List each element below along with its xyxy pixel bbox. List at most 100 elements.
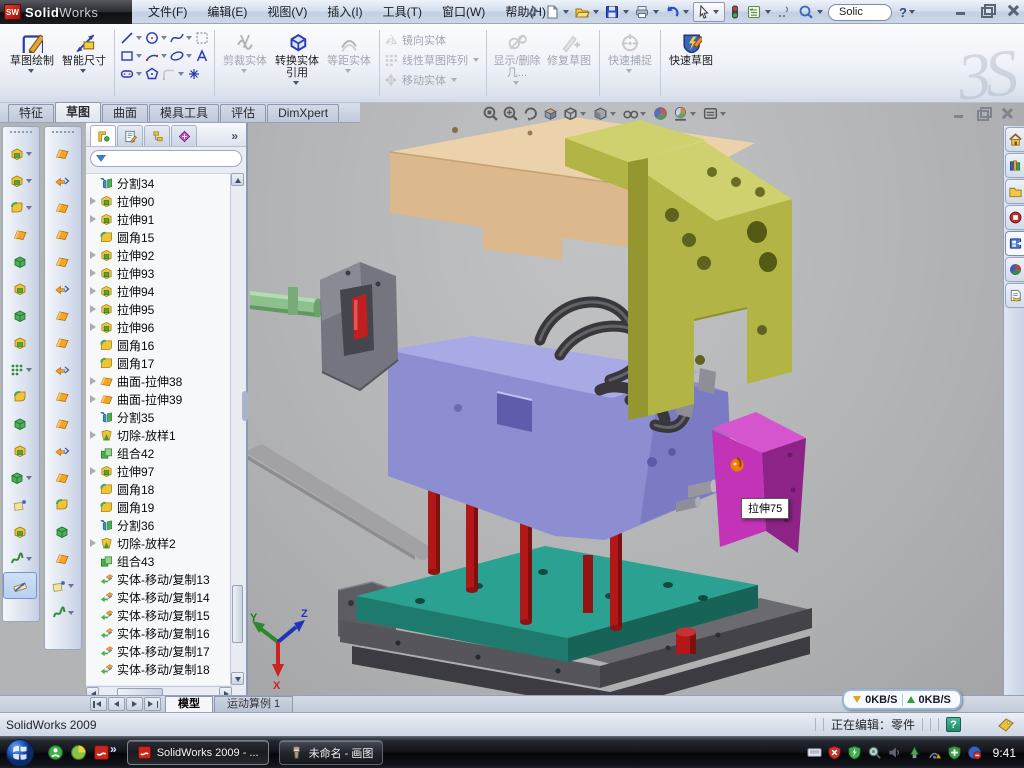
- tree-item[interactable]: 分割34: [86, 174, 232, 192]
- slot-button[interactable]: [119, 66, 143, 82]
- expand-arrow-icon[interactable]: [89, 539, 98, 548]
- feature-tree[interactable]: 分割34拉伸90拉伸91圆角15拉伸92拉伸93拉伸94拉伸95拉伸96圆角16…: [86, 173, 232, 685]
- dropdown-caret-icon[interactable]: [610, 112, 616, 116]
- ruled-surface-button[interactable]: [45, 329, 79, 356]
- smart-dimension-button[interactable]: 智能尺寸: [58, 26, 110, 100]
- tree-item[interactable]: 圆角18: [86, 480, 232, 498]
- minimize-button[interactable]: [954, 4, 968, 16]
- view-orientation-button[interactable]: [562, 105, 589, 122]
- dropdown-caret-icon[interactable]: [26, 206, 32, 210]
- toolbar-overflow-button[interactable]: [775, 3, 793, 21]
- extruded-cut-button[interactable]: [3, 275, 37, 302]
- model-tab-模型[interactable]: 模型: [165, 696, 213, 712]
- toolbar-grip[interactable]: [52, 131, 74, 134]
- help-button[interactable]: ?: [899, 5, 907, 20]
- part-red-stub[interactable]: [676, 628, 696, 655]
- rapid-sketch-button[interactable]: 快速草图: [665, 26, 717, 100]
- dropdown-caret-icon[interactable]: [161, 54, 167, 58]
- hide-show-items-button[interactable]: [622, 105, 649, 122]
- dropdown-caret-icon[interactable]: [136, 54, 142, 58]
- reference-geometry-button[interactable]: [3, 464, 37, 491]
- tree-item[interactable]: 实体-移动/复制17: [86, 642, 232, 660]
- dropdown-caret-icon[interactable]: [293, 81, 299, 85]
- dropdown-caret-icon[interactable]: [683, 10, 689, 14]
- tree-item[interactable]: 切除-放样2: [86, 534, 232, 552]
- tree-item[interactable]: 组合42: [86, 444, 232, 462]
- tray-volume-icon[interactable]: [887, 745, 902, 760]
- quicklaunch-launcher-orb[interactable]: [70, 744, 87, 761]
- lofted-boss-button[interactable]: [3, 248, 37, 275]
- tree-item[interactable]: 拉伸97: [86, 462, 232, 480]
- dropdown-caret-icon[interactable]: [68, 584, 74, 588]
- expand-arrow-icon[interactable]: [89, 215, 98, 224]
- circle-button[interactable]: [144, 30, 168, 46]
- swept-boss-button[interactable]: [3, 221, 37, 248]
- tree-item[interactable]: 圆角19: [86, 498, 232, 516]
- options-list-button[interactable]: [745, 3, 763, 21]
- plane-button[interactable]: [3, 491, 37, 518]
- sketch-pencil-button[interactable]: 草图绘制: [6, 26, 58, 100]
- tree-item[interactable]: 圆角15: [86, 228, 232, 246]
- start-button[interactable]: [5, 738, 35, 768]
- taskpane-tab-design-library[interactable]: [1005, 153, 1024, 178]
- scroll-up-button[interactable]: [231, 173, 244, 186]
- feature-filter-input[interactable]: [90, 150, 242, 167]
- taskbar-button-solidworks[interactable]: SolidWorks 2009 - ...: [127, 740, 269, 765]
- panel-splitter[interactable]: [242, 391, 248, 421]
- measure-button[interactable]: [3, 572, 37, 599]
- tree-item[interactable]: 拉伸92: [86, 246, 232, 264]
- dropdown-caret-icon[interactable]: [690, 112, 696, 116]
- taskpane-tab-solidworks-toolbox[interactable]: [1005, 205, 1024, 230]
- dropdown-caret-icon[interactable]: [817, 10, 823, 14]
- dropdown-caret-icon[interactable]: [720, 112, 726, 116]
- taskbar-button-paint[interactable]: 未命名 - 画图: [279, 740, 384, 765]
- move-copy-bodies-button[interactable]: [3, 437, 37, 464]
- menu-item[interactable]: 窗口(W): [432, 0, 495, 24]
- heads-up-view-toolbar[interactable]: [482, 105, 729, 122]
- arc-button[interactable]: [144, 48, 168, 64]
- nav-next-button[interactable]: [126, 697, 143, 711]
- hole-wizard-button[interactable]: [3, 329, 37, 356]
- dropdown-caret-icon[interactable]: [80, 69, 86, 73]
- tab-特征[interactable]: 特征: [8, 104, 54, 122]
- expand-arrow-icon[interactable]: [89, 287, 98, 296]
- quick-launch-overflow[interactable]: »: [110, 742, 117, 756]
- toolbar-grip[interactable]: [10, 131, 32, 134]
- part-gray-clamp[interactable]: [320, 262, 398, 390]
- fm-tabs-overflow[interactable]: »: [231, 129, 244, 143]
- trim-surface-button[interactable]: [45, 410, 79, 437]
- ellipse-button[interactable]: [169, 48, 193, 64]
- shut-off-surface-button[interactable]: [45, 545, 79, 572]
- tree-item[interactable]: 实体-移动/复制16: [86, 624, 232, 642]
- rebuild-stoplight-button[interactable]: [726, 3, 744, 21]
- graphics-area[interactable]: Y Z X 拉伸75: [248, 103, 1024, 695]
- tree-item[interactable]: 拉伸93: [86, 264, 232, 282]
- zoom-fit-button[interactable]: [482, 105, 499, 122]
- search-box[interactable]: Solic: [798, 4, 892, 21]
- doc-close-icon[interactable]: [1000, 107, 1014, 119]
- swept-surface-button[interactable]: [45, 194, 79, 221]
- undo-button[interactable]: [663, 3, 681, 21]
- radiate-surface-button[interactable]: [45, 302, 79, 329]
- tree-item[interactable]: 拉伸90: [86, 192, 232, 210]
- menu-item[interactable]: 编辑(E): [197, 0, 257, 24]
- tab-曲面[interactable]: 曲面: [102, 104, 148, 122]
- model-tab-运动算例 1[interactable]: 运动算例 1: [214, 696, 293, 712]
- view-settings-button[interactable]: [702, 105, 729, 122]
- tree-item[interactable]: 拉伸91: [86, 210, 232, 228]
- tag-icon[interactable]: [998, 718, 1014, 732]
- fm-tab-feature-manager-tree[interactable]: [90, 125, 116, 146]
- lofted-surface-button[interactable]: [45, 221, 79, 248]
- expand-arrow-icon[interactable]: [89, 251, 98, 260]
- tray-health-shield-icon[interactable]: [947, 745, 962, 760]
- section-view-button[interactable]: [542, 105, 559, 122]
- rotate-view-button[interactable]: [522, 105, 539, 122]
- expand-arrow-icon[interactable]: [89, 197, 98, 206]
- tree-item[interactable]: 曲面-拉伸38: [86, 372, 232, 390]
- tree-item[interactable]: 实体-移动/复制14: [86, 588, 232, 606]
- tree-item[interactable]: 实体-移动/复制18: [86, 660, 232, 678]
- tree-item[interactable]: 拉伸94: [86, 282, 232, 300]
- thicken-button[interactable]: [45, 491, 79, 518]
- nav-last-button[interactable]: [144, 697, 161, 711]
- menu-item[interactable]: 工具(T): [373, 0, 432, 24]
